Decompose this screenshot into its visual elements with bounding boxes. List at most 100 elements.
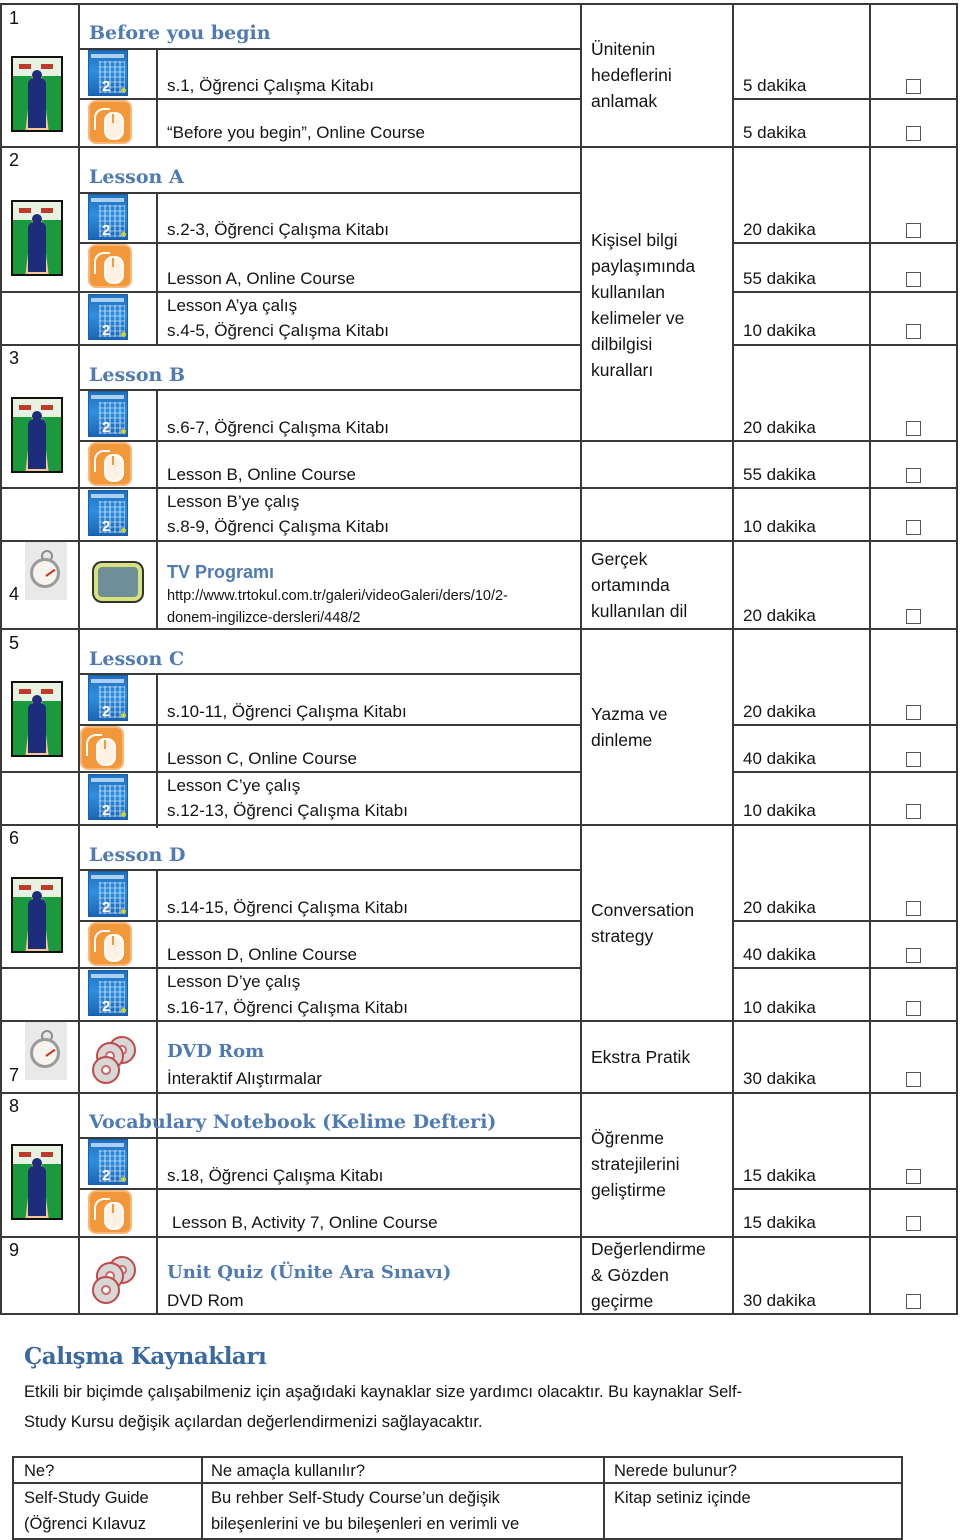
stopwatch-icon (25, 542, 67, 600)
row-number: 2 (9, 150, 20, 170)
column-divider (156, 390, 158, 630)
section-heading: Lesson A (89, 166, 184, 188)
duration: 10 dakika (743, 998, 816, 1017)
row-divider (12, 1482, 903, 1484)
column-divider (78, 3, 80, 1315)
row-divider (78, 869, 580, 871)
completion-checkbox[interactable] (906, 1169, 921, 1184)
goal-text: Değerlendirme & Gözden geçirme (591, 1239, 706, 1311)
row-divider (78, 1137, 580, 1139)
column-divider (732, 3, 734, 393)
row-divider (0, 540, 958, 542)
completion-checkbox[interactable] (906, 609, 921, 624)
column-header: Ne amaçla kullanılır? (211, 1462, 366, 1480)
item-description: Lesson C’ye çalış (167, 776, 301, 795)
traveler-crossroads-icon (11, 200, 63, 276)
completion-checkbox[interactable] (906, 948, 921, 963)
completion-checkbox[interactable] (906, 468, 921, 483)
column-divider (603, 1456, 605, 1540)
tv-program-url[interactable]: http://www.trtokul.com.tr/galeri/videoGa… (167, 585, 508, 607)
stopwatch-icon (25, 1022, 67, 1080)
online-course-mouse-icon (80, 726, 124, 770)
completion-checkbox[interactable] (906, 520, 921, 535)
tv-program-url[interactable]: donem-ingilizce-dersleri/448/2 (167, 607, 360, 629)
traveler-crossroads-icon (11, 681, 63, 757)
item-description: Lesson C, Online Course (167, 749, 357, 768)
duration: 15 dakika (743, 1166, 816, 1185)
item-description: s.8-9, Öğrenci Çalışma Kitabı (167, 517, 390, 536)
row-number: 3 (9, 348, 20, 368)
duration: 55 dakika (743, 269, 816, 288)
dvd-discs-icon (88, 1036, 140, 1086)
completion-checkbox[interactable] (906, 705, 921, 720)
tv-program-title: TV Programı (167, 562, 275, 582)
goal-text: Ünitenin hedeflerini anlamak (591, 39, 672, 111)
dvd-rom-title: DVD Rom (167, 1041, 265, 1062)
duration: 20 dakika (743, 606, 816, 625)
completion-checkbox[interactable] (906, 79, 921, 94)
section-heading: Before you begin (89, 22, 271, 44)
row-number: 7 (9, 1065, 20, 1085)
section-heading: Lesson B (89, 364, 186, 386)
completion-checkbox[interactable] (906, 1001, 921, 1016)
row-divider (78, 48, 580, 50)
row-number: 8 (9, 1096, 20, 1116)
completion-checkbox[interactable] (906, 752, 921, 767)
completion-checkbox[interactable] (906, 901, 921, 916)
completion-checkbox[interactable] (906, 272, 921, 287)
completion-checkbox[interactable] (906, 804, 921, 819)
item-description: s.2-3, Öğrenci Çalışma Kitabı (167, 220, 390, 239)
completion-checkbox[interactable] (906, 223, 921, 238)
resources-title: Çalışma Kaynakları (24, 1343, 267, 1370)
table-border (12, 1456, 903, 1458)
workbook-icon: 2 (88, 391, 128, 437)
online-course-mouse-icon (88, 1190, 132, 1234)
completion-checkbox[interactable] (906, 1072, 921, 1087)
table-border (12, 1456, 14, 1540)
table-cell: Self-Study Guide (Öğrenci Kılavuz (24, 1489, 149, 1533)
completion-checkbox[interactable] (906, 324, 921, 339)
duration: 40 dakika (743, 749, 816, 768)
traveler-crossroads-icon (11, 877, 63, 953)
completion-checkbox[interactable] (906, 126, 921, 141)
workbook-icon: 2 (88, 871, 128, 917)
item-description: s.10-11, Öğrenci Çalışma Kitabı (167, 702, 407, 721)
row-divider (0, 1092, 958, 1094)
item-description: s.12-13, Öğrenci Çalışma Kitabı (167, 801, 408, 820)
column-divider (156, 674, 158, 828)
duration: 10 dakika (743, 801, 816, 820)
traveler-crossroads-icon (11, 397, 63, 473)
workbook-icon: 2 (88, 675, 128, 721)
online-course-mouse-icon (88, 922, 132, 966)
duration: 20 dakika (743, 220, 816, 239)
row-number: 5 (9, 633, 20, 653)
workbook-icon: 2 (88, 194, 128, 240)
item-description: s.14-15, Öğrenci Çalışma Kitabı (167, 898, 408, 917)
goal-text: Ekstra Pratik (591, 1047, 691, 1067)
resources-intro: Etkili bir biçimde çalışabilmeniz için a… (24, 1383, 743, 1401)
duration: 15 dakika (743, 1213, 816, 1232)
traveler-crossroads-icon (11, 1144, 63, 1220)
table-cell: Kitap setiniz içinde (614, 1489, 751, 1507)
column-divider (156, 192, 158, 346)
duration: 10 dakika (743, 517, 816, 536)
resources-intro: Study Kursu değişik açılardan değerlendi… (24, 1413, 483, 1431)
item-description: Lesson A, Online Course (167, 269, 356, 288)
completion-checkbox[interactable] (906, 421, 921, 436)
item-description: s.6-7, Öğrenci Çalışma Kitabı (167, 418, 390, 437)
row-divider (78, 192, 580, 194)
completion-checkbox[interactable] (906, 1294, 921, 1309)
table-border (901, 1456, 903, 1540)
row-divider (0, 146, 958, 148)
column-divider (732, 540, 734, 1315)
workbook-icon: 2 (88, 490, 128, 536)
goal-text: Gerçek ortamında kullanılan dil (591, 549, 688, 621)
item-description: Lesson A’ya çalış (167, 296, 298, 315)
table-cell: Bu rehber Self-Study Course’un değişik b… (211, 1489, 520, 1533)
tv-icon (94, 563, 142, 601)
item-description: Lesson B’ye çalış (167, 492, 300, 511)
workbook-icon: 2 (88, 774, 128, 820)
completion-checkbox[interactable] (906, 1216, 921, 1231)
workbook-icon: 2 (88, 50, 128, 96)
duration: 5 dakika (743, 76, 807, 95)
